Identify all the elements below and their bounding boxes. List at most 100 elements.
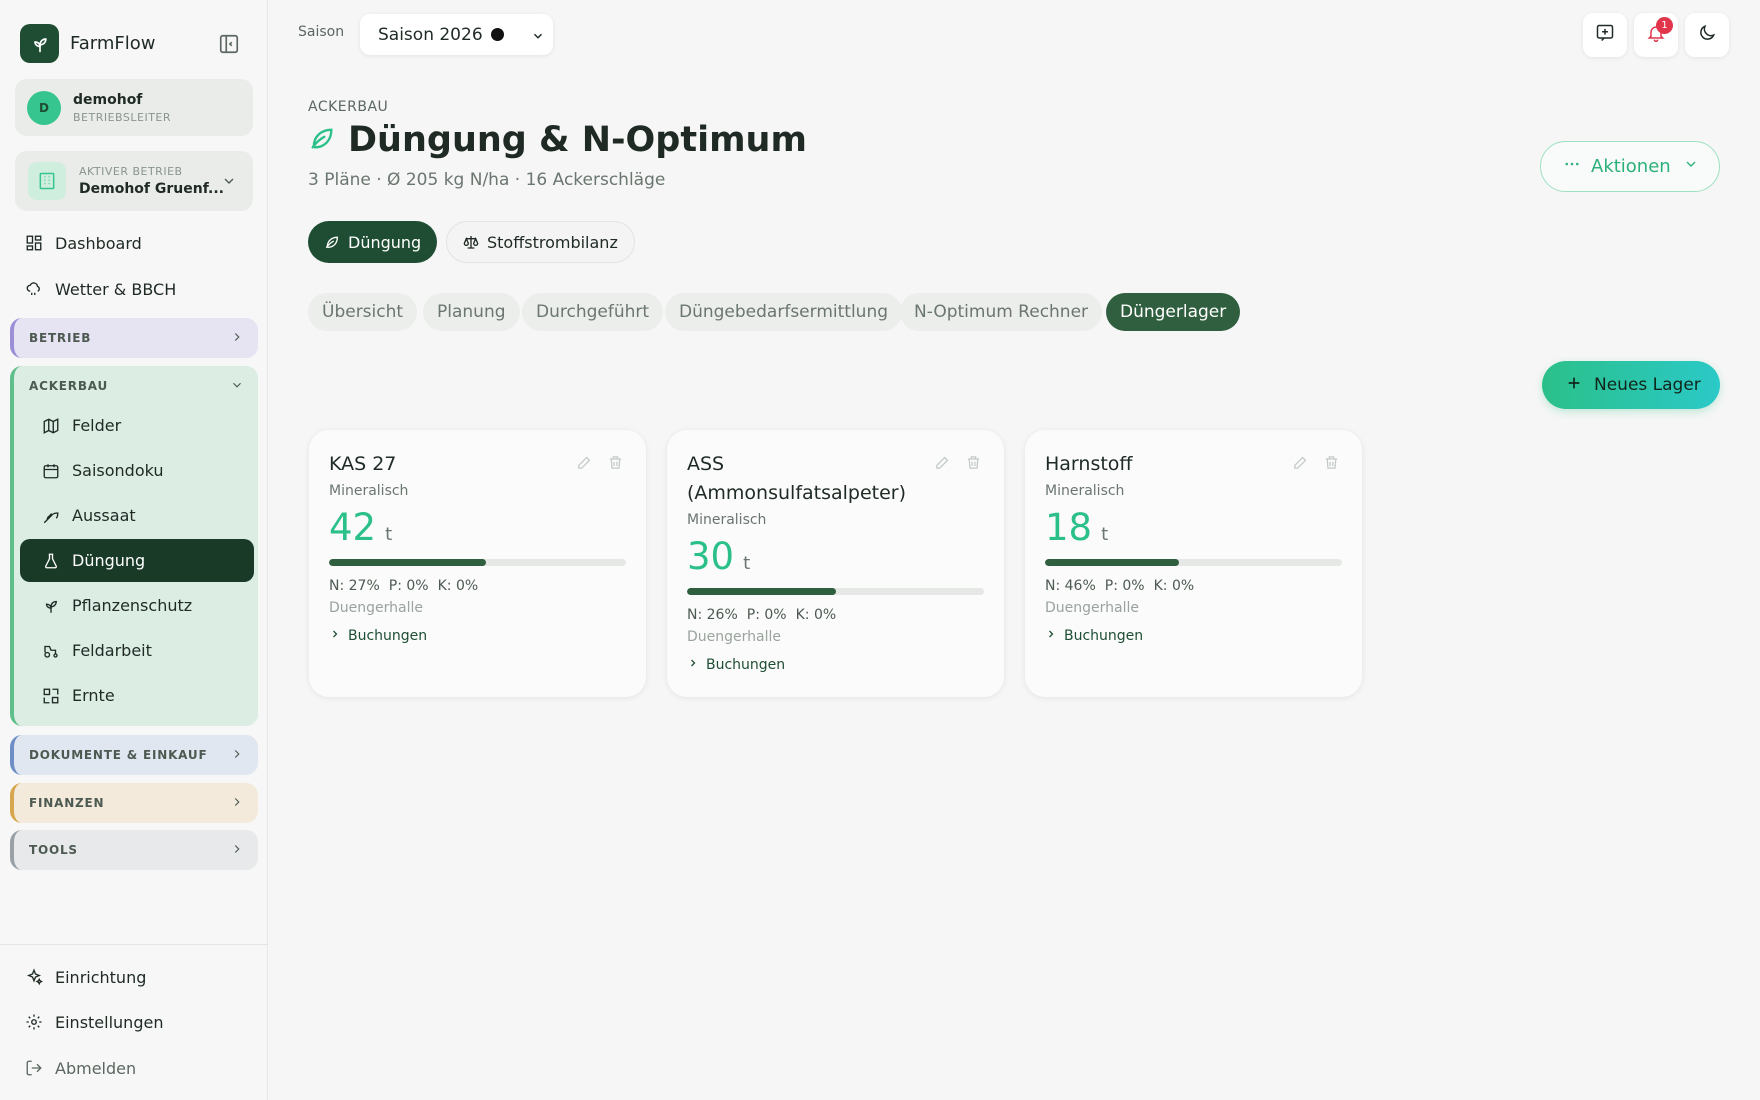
user-card[interactable]: D demohof BETRIEBSLEITER: [15, 79, 253, 136]
chevron-right-icon: [230, 795, 244, 812]
storage-fill: [1045, 559, 1179, 566]
bookings-label: Buchungen: [1064, 628, 1144, 644]
tab-uebersicht[interactable]: Übersicht: [308, 293, 418, 331]
nav-group-finanzen-label: FINANZEN: [29, 796, 105, 810]
nav-group-dokumente[interactable]: DOKUMENTE & EINKAUF: [10, 735, 258, 775]
nutrient-p: P: 0%: [1104, 578, 1145, 594]
trash-icon[interactable]: [1323, 454, 1340, 475]
bookings-toggle[interactable]: Buchungen: [687, 657, 785, 673]
sidebar-item-label: Felder: [72, 416, 122, 435]
nav-dashboard[interactable]: Dashboard: [15, 223, 253, 263]
bookings-toggle[interactable]: Buchungen: [1045, 628, 1143, 644]
theme-toggle-button[interactable]: [1685, 13, 1729, 57]
pencil-icon[interactable]: [934, 454, 951, 475]
app-name: FarmFlow: [70, 33, 156, 54]
sidebar-item-felder[interactable]: Felder: [20, 404, 254, 447]
storage-amount-value: 30: [687, 535, 735, 578]
pencil-icon[interactable]: [576, 454, 593, 475]
nutrient-p: P: 0%: [746, 607, 787, 623]
sprout-logo-icon: [20, 24, 59, 63]
sidebar-item-label: Düngung: [72, 551, 146, 570]
notifications-button[interactable]: 1: [1634, 13, 1678, 57]
storage-amount-unit: t: [385, 524, 393, 545]
avatar: D: [27, 90, 61, 125]
sidebar-item-label: Ernte: [72, 686, 115, 705]
flask-icon: [40, 550, 62, 572]
storage-card: ASS (Ammonsulfatsalpeter) Mineralisch 30…: [667, 430, 1004, 697]
nav-settings-label: Einstellungen: [55, 1012, 164, 1032]
sidebar-item-aussaat[interactable]: Aussaat: [20, 494, 254, 537]
tab-duengerlager[interactable]: Düngerlager: [1106, 293, 1241, 331]
mode-pill-label: Stoffstrombilanz: [487, 232, 618, 252]
tab-planung[interactable]: Planung: [423, 293, 520, 331]
chevron-right-icon: [230, 747, 244, 764]
chevron-right-icon: [230, 842, 244, 859]
storage-amount-unit: t: [1101, 524, 1109, 545]
sidebar-collapse-icon[interactable]: [218, 33, 240, 55]
tab-n-optimum-rechner[interactable]: N-Optimum Rechner: [900, 293, 1103, 331]
bookings-label: Buchungen: [706, 657, 786, 673]
storage-location: Duengerhalle: [329, 600, 423, 616]
logout-icon: [23, 1057, 45, 1079]
new-storage-button[interactable]: Neues Lager: [1542, 361, 1720, 409]
scale-icon: [463, 234, 479, 250]
nutrient-n: N: 27%: [329, 578, 380, 594]
nutrient-p: P: 0%: [388, 578, 429, 594]
storage-nutrients: N: 27% P: 0% K: 0%: [329, 578, 487, 594]
message-plus-icon: [1595, 23, 1615, 47]
bookings-label: Buchungen: [348, 628, 428, 644]
sidebar-item-duengung[interactable]: Düngung: [20, 539, 254, 582]
chevron-down-icon: [1683, 156, 1699, 177]
trash-icon[interactable]: [607, 454, 624, 475]
mode-pill-stoffstrombilanz[interactable]: Stoffstrombilanz: [446, 221, 635, 263]
nav-group-betrieb-label: BETRIEB: [29, 331, 92, 345]
season-value: Saison 2026: [378, 24, 483, 45]
storage-fill: [687, 588, 836, 595]
nav-logout[interactable]: Abmelden: [15, 1048, 253, 1088]
nav-weather[interactable]: Wetter & BBCH: [15, 269, 253, 309]
nutrient-n: N: 46%: [1045, 578, 1096, 594]
nav-group-ackerbau-header[interactable]: ACKERBAU: [14, 366, 258, 406]
brand[interactable]: FarmFlow: [20, 24, 155, 63]
feedback-button[interactable]: [1583, 13, 1627, 57]
storage-nutrients: N: 26% P: 0% K: 0%: [687, 607, 845, 623]
farm-label: AKTIVER BETRIEB: [79, 165, 183, 178]
sidebar-item-saisondoku[interactable]: Saisondoku: [20, 449, 254, 492]
sidebar-item-pflanzenschutz[interactable]: Pflanzenschutz: [20, 584, 254, 627]
gear-icon: [23, 1011, 45, 1033]
nav-settings[interactable]: Einstellungen: [15, 1002, 253, 1042]
actions-button[interactable]: Aktionen: [1540, 141, 1720, 192]
storage-fill-bar: [329, 559, 626, 566]
sparkles-icon: [23, 966, 45, 988]
chevron-right-icon: [687, 657, 699, 673]
storage-fill-bar: [1045, 559, 1342, 566]
pencil-icon[interactable]: [1292, 454, 1309, 475]
leaf-icon: [308, 124, 336, 156]
storage-amount: 42 t: [329, 506, 392, 549]
leaf-icon: [324, 234, 340, 250]
tab-durchgefuehrt[interactable]: Durchgeführt: [522, 293, 664, 331]
scan-icon: [40, 685, 62, 707]
nav-setup[interactable]: Einrichtung: [15, 957, 253, 997]
nutrient-k: K: 0%: [1153, 578, 1195, 594]
dashboard-icon: [23, 232, 45, 254]
nutrient-k: K: 0%: [437, 578, 479, 594]
nav-group-tools[interactable]: TOOLS: [10, 830, 258, 870]
trash-icon[interactable]: [965, 454, 982, 475]
more-horizontal-icon: [1563, 155, 1581, 178]
sidebar-item-feldarbeit[interactable]: Feldarbeit: [20, 629, 254, 672]
storage-card: Harnstoff Mineralisch 18 t N: 46% P: 0% K:…: [1025, 430, 1362, 697]
breadcrumb: ACKERBAU: [308, 99, 389, 115]
farm-switcher[interactable]: AKTIVER BETRIEB Demohof Gruenf...: [15, 151, 253, 211]
nav-weather-label: Wetter & BBCH: [55, 279, 177, 299]
chevron-down-icon: [221, 173, 237, 193]
bookings-toggle[interactable]: Buchungen: [329, 628, 427, 644]
actions-label: Aktionen: [1591, 156, 1671, 177]
nav-group-finanzen[interactable]: FINANZEN: [10, 783, 258, 823]
sidebar-item-ernte[interactable]: Ernte: [20, 674, 254, 717]
nav-group-betrieb[interactable]: BETRIEB: [10, 318, 258, 358]
season-select[interactable]: Saison 2026: [360, 14, 553, 55]
mode-pill-duengung[interactable]: Düngung: [308, 221, 438, 263]
nav-group-tools-label: TOOLS: [29, 843, 78, 857]
tab-duengebedarfsermittlung[interactable]: Düngebedarfsermittlung: [665, 293, 903, 331]
